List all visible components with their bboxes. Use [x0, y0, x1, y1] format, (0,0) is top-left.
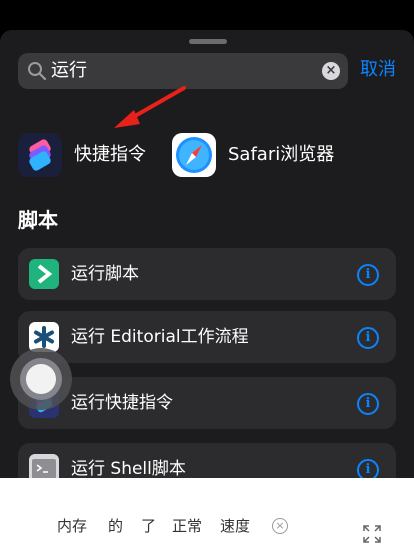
toolbar-item[interactable]: 的 [108, 516, 123, 536]
action-label: 运行快捷指令 [71, 393, 173, 413]
action-run-editorial[interactable]: 运行 Editorial工作流程 i [18, 311, 396, 363]
app-label-safari: Safari浏览器 [228, 144, 335, 165]
cancel-button[interactable]: 取消 [360, 58, 396, 82]
scriptable-icon [29, 259, 59, 289]
info-icon[interactable]: i [357, 393, 379, 415]
action-search-sheet: 运行 × 取消 快捷指令 Safari浏览器 脚本 运行脚本 i 运行 Edit… [0, 30, 414, 490]
search-input[interactable]: 运行 [51, 59, 87, 83]
shortcuts-app-icon [18, 133, 62, 177]
search-icon [27, 61, 47, 85]
action-label: 运行 Editorial工作流程 [71, 327, 249, 347]
toolbar-item[interactable]: 了 [141, 516, 156, 536]
info-icon[interactable]: i [357, 264, 379, 286]
close-icon[interactable]: × [272, 518, 288, 534]
expand-icon[interactable] [362, 524, 382, 548]
toolbar-item[interactable]: 速度 [220, 516, 250, 536]
toolbar-item[interactable]: 内存 [57, 516, 87, 536]
info-icon[interactable]: i [357, 327, 379, 349]
section-title-scripts: 脚本 [18, 208, 58, 232]
action-label: 运行脚本 [71, 264, 139, 284]
toolbar-item[interactable]: 正常 [172, 516, 202, 536]
clear-search-icon[interactable]: × [322, 62, 340, 80]
bottom-toolbar: 内存 的 了 正常 速度 × [0, 478, 414, 552]
assistive-touch-button[interactable] [10, 348, 72, 410]
action-run-shortcut[interactable]: 运行快捷指令 i [18, 377, 396, 429]
action-run-script[interactable]: 运行脚本 i [18, 248, 396, 300]
red-arrow-annotation [114, 86, 186, 128]
sheet-grabber[interactable] [189, 39, 227, 44]
app-label-shortcuts: 快捷指令 [74, 144, 146, 165]
